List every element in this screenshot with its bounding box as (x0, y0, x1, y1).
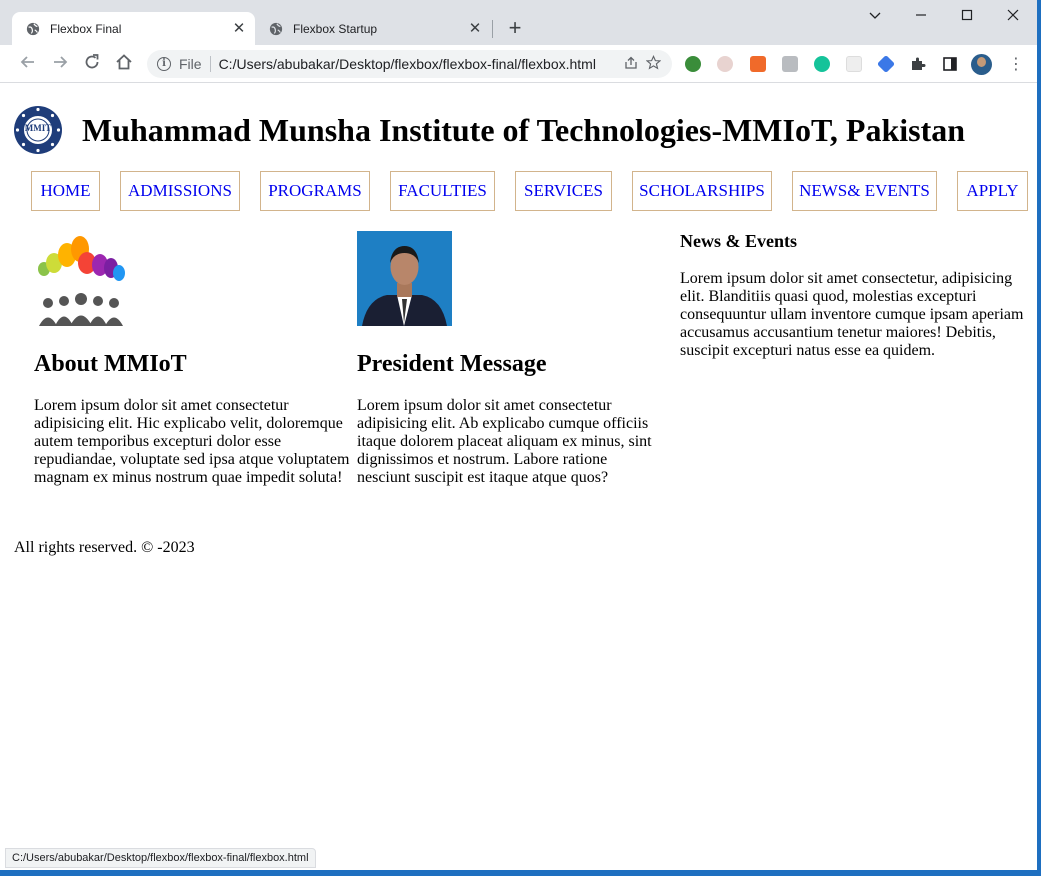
omnibox-divider (209, 56, 211, 72)
browser-toolbar: i File C:/Users/abubakar/Desktop/flexbox… (0, 45, 1037, 83)
extension-bug-icon[interactable] (717, 56, 733, 72)
tab-title: Flexbox Final (50, 21, 122, 36)
forward-icon[interactable] (49, 53, 71, 75)
reload-icon[interactable] (81, 53, 103, 75)
extension-grid-icon[interactable] (846, 56, 862, 72)
profile-avatar[interactable] (971, 54, 992, 75)
more-menu-icon[interactable]: ⋮ (1008, 54, 1024, 74)
page-content: MMIT Muhammad Munsha Institute of Techno… (0, 84, 1037, 870)
about-image (34, 231, 129, 326)
bookmark-star-icon[interactable] (642, 55, 664, 73)
site-header: MMIT Muhammad Munsha Institute of Techno… (14, 106, 965, 154)
extension-camera-icon[interactable] (782, 56, 798, 72)
tab-title: Flexbox Startup (293, 21, 378, 36)
extension-megaphone-icon[interactable] (750, 56, 766, 72)
extension-grammarly-icon[interactable] (814, 56, 830, 72)
globe-icon (26, 22, 40, 35)
footer-copyright: All rights reserved. © -2023 (14, 539, 195, 556)
side-panel-icon[interactable] (942, 56, 958, 72)
tab-separator (492, 20, 493, 38)
nav-scholarships-link[interactable]: SCHOLARSHIPS (632, 171, 772, 211)
tab-search-icon[interactable] (865, 8, 885, 28)
back-icon[interactable] (17, 53, 39, 75)
nav-news-events-link[interactable]: NEWS& EVENTS (792, 171, 937, 211)
news-heading: News & Events (680, 231, 797, 251)
extensions-puzzle-icon[interactable] (910, 56, 926, 72)
share-icon[interactable] (620, 56, 642, 73)
close-tab-icon[interactable]: ✕ (231, 20, 247, 37)
president-heading: President Message (357, 351, 547, 377)
president-photo (357, 231, 452, 326)
home-icon[interactable] (113, 53, 135, 75)
institute-logo: MMIT (14, 106, 62, 154)
logo-text: MMIT (24, 123, 52, 133)
extension-globe-icon[interactable] (685, 56, 701, 72)
scheme-label: File (179, 56, 202, 72)
nav-programs-link[interactable]: PROGRAMS (260, 171, 370, 211)
nav-faculties-link[interactable]: FACULTIES (390, 171, 495, 211)
minimize-icon[interactable] (911, 8, 931, 28)
close-window-icon[interactable] (1003, 8, 1023, 28)
tab-strip: Flexbox Final ✕ Flexbox Startup ✕ + (0, 0, 1037, 45)
nav-home-link[interactable]: HOME (31, 171, 100, 211)
maximize-icon[interactable] (957, 8, 977, 28)
news-text: Lorem ipsum dolor sit amet consectetur, … (680, 270, 1024, 359)
globe-icon (269, 22, 283, 35)
address-bar[interactable]: i File C:/Users/abubakar/Desktop/flexbox… (147, 50, 672, 78)
extension-diamond-icon[interactable] (876, 54, 896, 74)
page-title: Muhammad Munsha Institute of Technologie… (82, 111, 966, 148)
tab-flexbox-final[interactable]: Flexbox Final ✕ (12, 12, 255, 45)
info-icon[interactable]: i (157, 57, 171, 71)
about-text: Lorem ipsum dolor sit amet consectetur a… (34, 397, 350, 486)
browser-window: Flexbox Final ✕ Flexbox Startup ✕ + i Fi… (0, 0, 1037, 870)
nav-services-link[interactable]: SERVICES (515, 171, 612, 211)
status-bar: C:/Users/abubakar/Desktop/flexbox/flexbo… (5, 848, 316, 868)
url-text[interactable]: C:/Users/abubakar/Desktop/flexbox/flexbo… (219, 56, 620, 72)
nav-admissions-link[interactable]: ADMISSIONS (120, 171, 240, 211)
nav-apply-link[interactable]: APPLY (957, 171, 1028, 211)
new-tab-button[interactable]: + (505, 17, 525, 39)
news-section: News & Events Lorem ipsum dolor sit amet… (680, 231, 1030, 360)
about-section: About MMIoT Lorem ipsum dolor sit amet c… (34, 231, 352, 487)
close-tab-icon[interactable]: ✕ (467, 20, 483, 37)
about-heading: About MMIoT (34, 351, 187, 377)
tab-flexbox-startup[interactable]: Flexbox Startup ✕ (255, 12, 491, 45)
president-text: Lorem ipsum dolor sit amet consectetur a… (357, 397, 652, 486)
president-section: President Message Lorem ipsum dolor sit … (357, 231, 657, 487)
